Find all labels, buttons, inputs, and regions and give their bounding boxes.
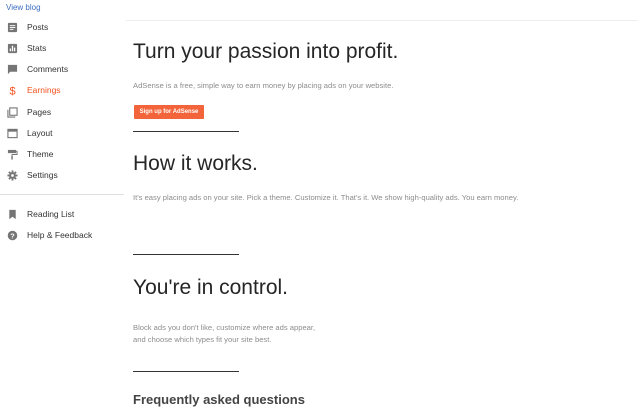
- sidebar-item-label: Reading List: [27, 209, 75, 219]
- sidebar-item-label: Settings: [27, 170, 58, 180]
- posts-icon: [6, 21, 18, 33]
- control-title: You're in control.: [133, 276, 288, 299]
- section-divider: [133, 254, 239, 255]
- sidebar-item-label: Comments: [27, 64, 69, 74]
- sign-up-adsense-button[interactable]: Sign up for AdSense: [134, 105, 204, 119]
- sidebar-item-label: Posts: [27, 22, 49, 32]
- sidebar-item-settings[interactable]: Settings: [6, 167, 58, 183]
- hero-title: Turn your passion into profit.: [133, 40, 399, 63]
- sidebar-item-label: Theme: [27, 149, 54, 159]
- sidebar-item-help-feedback[interactable]: ? Help & Feedback: [6, 227, 92, 243]
- how-it-works-description: It's easy placing ads on your site. Pick…: [133, 193, 519, 202]
- sidebar-item-pages[interactable]: Pages: [6, 104, 51, 120]
- sidebar-item-stats[interactable]: Stats: [6, 40, 46, 56]
- control-description: Block ads you don't like, customize wher…: [133, 322, 315, 346]
- help-icon: ?: [6, 229, 18, 241]
- sidebar-item-label: Layout: [27, 128, 53, 138]
- header-divider: [126, 20, 638, 21]
- faq-title: Frequently asked questions: [133, 392, 305, 407]
- sidebar-item-posts[interactable]: Posts: [6, 19, 48, 35]
- sidebar-item-earnings[interactable]: $ Earnings: [6, 82, 61, 98]
- pages-icon: [6, 106, 18, 118]
- sidebar-item-layout[interactable]: Layout: [6, 125, 53, 141]
- hero-description: AdSense is a free, simple way to earn mo…: [133, 81, 394, 90]
- comments-icon: [6, 63, 18, 75]
- control-description-line: Block ads you don't like, customize wher…: [133, 323, 316, 332]
- sidebar-divider: [0, 194, 124, 195]
- adsense-earnings-page: View blog Posts Stats Comments $ Earning…: [0, 0, 638, 420]
- sidebar-item-label: Stats: [27, 43, 47, 53]
- sidebar-item-label: Pages: [27, 107, 52, 117]
- section-divider: [133, 371, 239, 372]
- view-blog-link[interactable]: View blog: [6, 3, 41, 12]
- svg-text:?: ?: [10, 231, 15, 240]
- dollar-icon: $: [6, 84, 18, 96]
- control-description-line: and choose which types fit your site bes…: [133, 335, 272, 344]
- sidebar-item-label: Help & Feedback: [27, 230, 93, 240]
- sidebar: View blog Posts Stats Comments $ Earning…: [0, 0, 126, 420]
- gear-icon: [6, 169, 18, 181]
- svg-text:$: $: [9, 85, 15, 95]
- layout-icon: [6, 127, 18, 139]
- bookmark-icon: [6, 208, 18, 220]
- sidebar-item-theme[interactable]: Theme: [6, 146, 53, 162]
- paint-roller-icon: [6, 148, 18, 160]
- sidebar-item-label: Earnings: [27, 85, 61, 95]
- stats-icon: [6, 42, 18, 54]
- how-it-works-title: How it works.: [133, 152, 258, 175]
- sidebar-item-reading-list[interactable]: Reading List: [6, 206, 74, 222]
- section-divider: [133, 131, 239, 132]
- sidebar-item-comments[interactable]: Comments: [6, 61, 68, 77]
